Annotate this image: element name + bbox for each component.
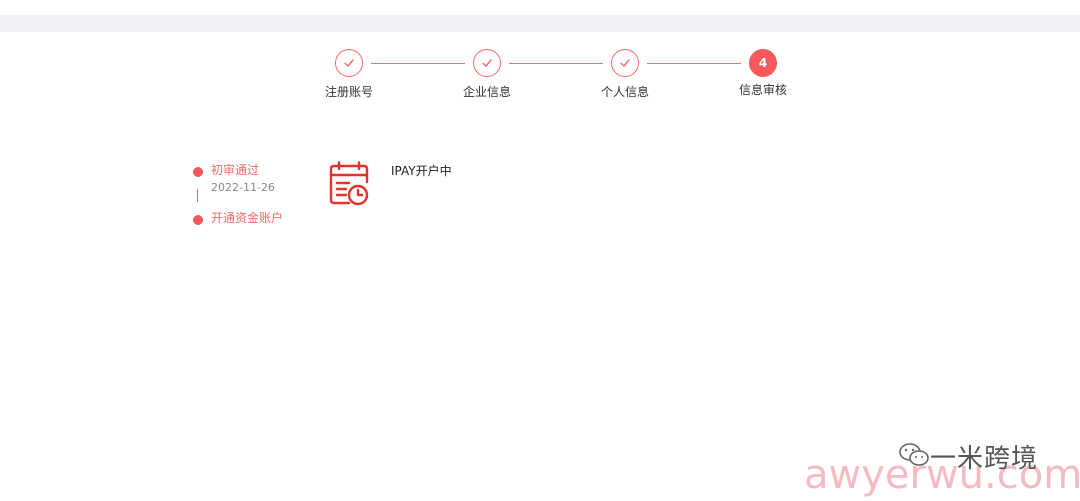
step-info-review: 4 信息审核 (723, 49, 803, 98)
step-label: 个人信息 (600, 85, 649, 99)
watermark-brand: 一米跨境 (930, 444, 1039, 474)
timeline-item-title: 初审通过 (211, 163, 260, 177)
calendar-clock-icon (327, 160, 371, 208)
account-status-text: IPAY开户中 (391, 164, 452, 178)
step-personal-info: 个人信息 (585, 49, 665, 100)
page: 注册账号 企业信息 个人信息 4 信息审核 初审通过 2022-11-26 开通… (0, 0, 1080, 501)
top-bar-divider (0, 15, 1080, 32)
step-register-account: 注册账号 (309, 49, 389, 100)
step-company-info: 企业信息 (447, 49, 527, 100)
progress-steps: 注册账号 企业信息 个人信息 4 信息审核 (0, 49, 1080, 109)
wechat-icon (899, 443, 929, 466)
watermark: awyerwu.com 一米跨境 (800, 438, 1080, 498)
step-label: 信息审核 (738, 83, 787, 97)
step-label: 注册账号 (324, 85, 373, 99)
step-3-check-icon (611, 49, 639, 77)
timeline-item-title: 开通资金账户 (211, 211, 284, 225)
top-bar (0, 0, 1080, 15)
timeline-dot-1 (193, 167, 203, 177)
step-2-check-icon (473, 49, 501, 77)
timeline-connector (197, 189, 198, 202)
review-timeline: 初审通过 2022-11-26 开通资金账户 (190, 158, 310, 238)
timeline-dot-2 (193, 215, 203, 225)
timeline-item-date: 2022-11-26 (211, 181, 275, 194)
step-4-number: 4 (749, 49, 777, 77)
step-1-check-icon (335, 49, 363, 77)
step-label: 企业信息 (462, 85, 511, 99)
